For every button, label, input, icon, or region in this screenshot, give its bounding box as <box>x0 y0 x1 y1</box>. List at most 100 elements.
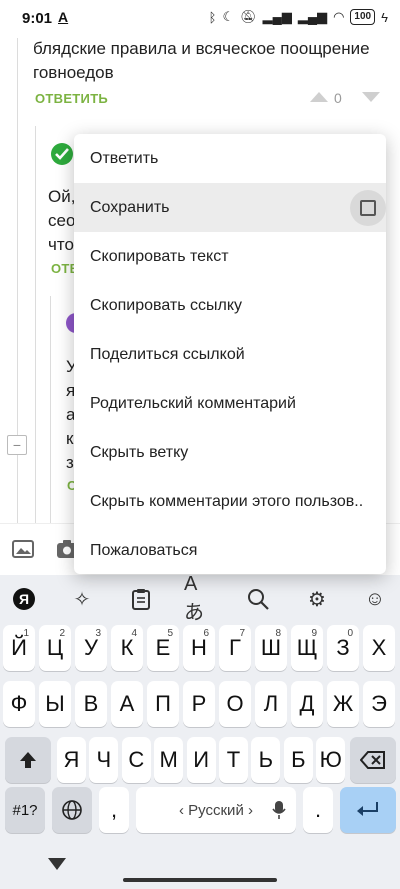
symbols-key[interactable]: #1? <box>5 787 45 833</box>
letter-key[interactable]: Ф <box>3 681 35 727</box>
keyboard: Я ✧ Aあ ⚙ ☺ Й1Ц2У3К4Е5Н6Г7Ш8Щ9З0 Х ФЫВАПРО… <box>0 573 400 889</box>
menu-item-label: Родительский комментарий <box>90 394 296 412</box>
settings-gear-icon[interactable]: ⚙ <box>301 583 333 615</box>
key-hint: 8 <box>275 628 281 639</box>
comma-key[interactable]: , <box>99 787 129 833</box>
navigation-bar <box>0 850 400 889</box>
yandex-icon[interactable]: Я <box>8 583 40 615</box>
context-menu: Ответить Сохранить Скопировать текст Ско… <box>74 134 386 574</box>
menu-item-save[interactable]: Сохранить <box>74 183 386 232</box>
letter-key[interactable]: Ч <box>89 737 119 783</box>
letter-key[interactable]: З0 <box>327 625 359 671</box>
key-hint: 3 <box>95 628 101 639</box>
translate-icon[interactable]: Aあ <box>184 573 216 624</box>
menu-item-share-link[interactable]: Поделиться ссылкой <box>74 330 386 379</box>
menu-item-label: Пожаловаться <box>90 541 198 559</box>
key-hint: 2 <box>59 628 65 639</box>
letter-key[interactable]: Щ9 <box>291 625 323 671</box>
hide-keyboard-icon[interactable] <box>48 858 66 872</box>
language-globe-icon[interactable] <box>52 787 92 833</box>
letter-key[interactable]: Т <box>219 737 248 783</box>
letter-key[interactable]: С <box>121 737 151 783</box>
menu-item-label: Скопировать текст <box>90 247 229 265</box>
letter-key[interactable]: Э <box>363 681 395 727</box>
key-hint: 0 <box>347 628 353 639</box>
menu-item-copy-link[interactable]: Скопировать ссылку <box>74 281 386 330</box>
letter-key[interactable]: Ь <box>251 737 281 783</box>
menu-item-label: Сохранить <box>90 198 170 216</box>
search-icon[interactable] <box>242 583 274 615</box>
status-time: 9:01 <box>22 10 53 27</box>
letter-key[interactable]: О <box>219 681 251 727</box>
period-key[interactable]: . <box>303 787 333 833</box>
vote-count: 0 <box>334 90 342 106</box>
checkbox-icon <box>360 200 376 216</box>
letter-key[interactable]: Г7 <box>219 625 251 671</box>
letter-key[interactable]: Е5 <box>147 625 179 671</box>
key-hint: 7 <box>239 628 245 639</box>
wifi-icon: ◠ <box>333 9 345 24</box>
home-gesture-bar[interactable] <box>123 878 277 882</box>
key-hint: 6 <box>203 628 209 639</box>
letter-key[interactable]: Р <box>183 681 215 727</box>
letter-key[interactable]: Ц2 <box>39 625 71 671</box>
downvote-icon[interactable] <box>362 92 380 104</box>
letter-key[interactable]: Ю <box>316 737 346 783</box>
menu-item-hide-user-comments[interactable]: Скрыть комментарии этого пользов.. <box>74 477 386 526</box>
letter-key[interactable]: П <box>147 681 179 727</box>
letter-key[interactable]: М <box>154 737 184 783</box>
space-key[interactable]: ‹ Русский › <box>136 787 296 833</box>
thread-line-nested <box>35 126 36 526</box>
reply-link[interactable]: ОТВЕТИТЬ <box>35 91 108 106</box>
bluetooth-icon: ᛒ <box>208 9 217 25</box>
letter-key[interactable]: И <box>186 737 216 783</box>
menu-item-label: Скопировать ссылку <box>90 296 243 314</box>
save-checkbox[interactable] <box>350 190 386 226</box>
menu-item-report[interactable]: Пожаловаться <box>74 526 386 575</box>
letter-key[interactable]: В <box>75 681 107 727</box>
key-hint: 5 <box>167 628 173 639</box>
menu-item-reply[interactable]: Ответить <box>74 134 386 183</box>
letter-key[interactable]: Ш8 <box>255 625 287 671</box>
letter-key[interactable]: К4 <box>111 625 143 671</box>
status-bar: 9:01 A ᛒ ☾ 🔕︎ ▂▄▆ ▂▄▆ ◠ 100 ϟ <box>0 0 400 38</box>
shift-key[interactable] <box>5 737 51 783</box>
menu-item-parent-comment[interactable]: Родительский комментарий <box>74 379 386 428</box>
signal-icon: ▂▄▆ <box>262 9 292 24</box>
menu-item-hide-thread[interactable]: Скрыть ветку <box>74 428 386 477</box>
battery-icon: 100 <box>350 9 376 25</box>
letter-key[interactable]: Х <box>363 625 395 671</box>
letter-key[interactable]: Н6 <box>183 625 215 671</box>
verified-check-icon <box>51 143 73 165</box>
menu-item-copy-text[interactable]: Скопировать текст <box>74 232 386 281</box>
key-hint: 4 <box>131 628 137 639</box>
emoji-icon[interactable]: ☺ <box>359 583 391 615</box>
letter-key[interactable]: У3 <box>75 625 107 671</box>
letter-key[interactable]: Й1 <box>3 625 35 671</box>
letter-key[interactable]: Б <box>283 737 313 783</box>
key-hint: 1 <box>23 628 29 639</box>
collapse-thread-icon[interactable]: − <box>7 435 27 455</box>
letter-key[interactable]: Д <box>291 681 323 727</box>
svg-text:Я: Я <box>19 591 29 607</box>
microphone-icon[interactable] <box>272 800 286 820</box>
letter-key[interactable]: Я <box>57 737 86 783</box>
letter-key[interactable]: Ж <box>327 681 359 727</box>
letter-key[interactable]: Л <box>255 681 287 727</box>
magic-wand-icon[interactable]: ✧ <box>66 583 98 615</box>
comment-text-fragment: Ой, <box>48 187 76 206</box>
upvote-icon[interactable] <box>310 90 328 102</box>
comment-text-fragment: з <box>66 453 74 472</box>
image-icon[interactable] <box>12 540 34 558</box>
letter-key[interactable]: Ы <box>39 681 71 727</box>
menu-item-label: Поделиться ссылкой <box>90 345 245 363</box>
clipboard-icon[interactable] <box>125 583 157 615</box>
charging-icon: ϟ <box>381 9 388 25</box>
letter-key[interactable]: А <box>111 681 143 727</box>
space-key-label: ‹ Русский › <box>179 801 253 819</box>
comment-text-fragment: сео <box>48 211 76 230</box>
enter-key[interactable] <box>340 787 396 833</box>
comment-text-fragment: к <box>66 429 74 448</box>
signal-icon-2: ▂▄▆ <box>297 9 328 24</box>
backspace-key[interactable] <box>350 737 396 783</box>
